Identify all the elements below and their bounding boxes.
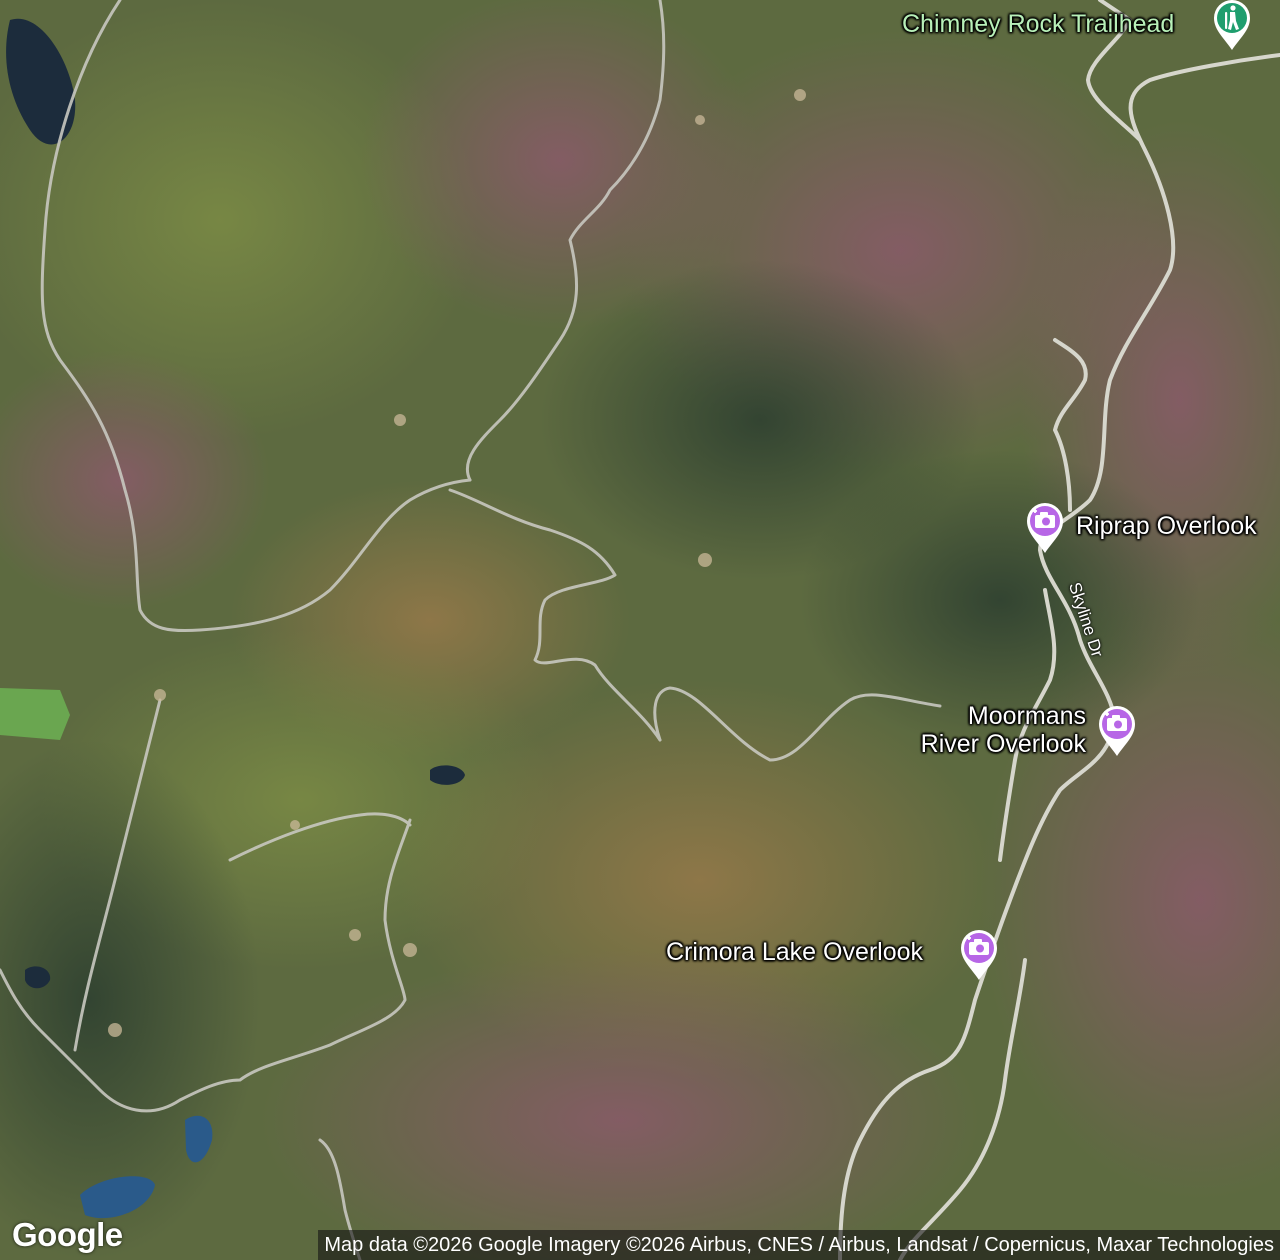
- moormans-river-overlook-pin[interactable]: [1093, 700, 1141, 758]
- place-label-crimora-lake-overlook[interactable]: Crimora Lake Overlook: [666, 938, 923, 966]
- place-label-chimney-rock-trailhead[interactable]: Chimney Rock Trailhead: [902, 10, 1174, 38]
- trailhead-pin[interactable]: [1208, 0, 1256, 52]
- place-label-line-1: Moormans: [967, 702, 1086, 730]
- place-label-moormans-river-overlook[interactable]: Moormans River Overlook: [880, 702, 1086, 758]
- place-label-riprap-overlook[interactable]: Riprap Overlook: [1076, 512, 1257, 540]
- place-label-line-2: River Overlook: [920, 730, 1086, 758]
- map-attribution[interactable]: Map data ©2026 Google Imagery ©2026 Airb…: [318, 1230, 1280, 1260]
- riprap-overlook-pin[interactable]: [1021, 497, 1069, 555]
- google-logo[interactable]: Google: [12, 1216, 123, 1254]
- crimora-lake-overlook-pin[interactable]: [955, 924, 1003, 982]
